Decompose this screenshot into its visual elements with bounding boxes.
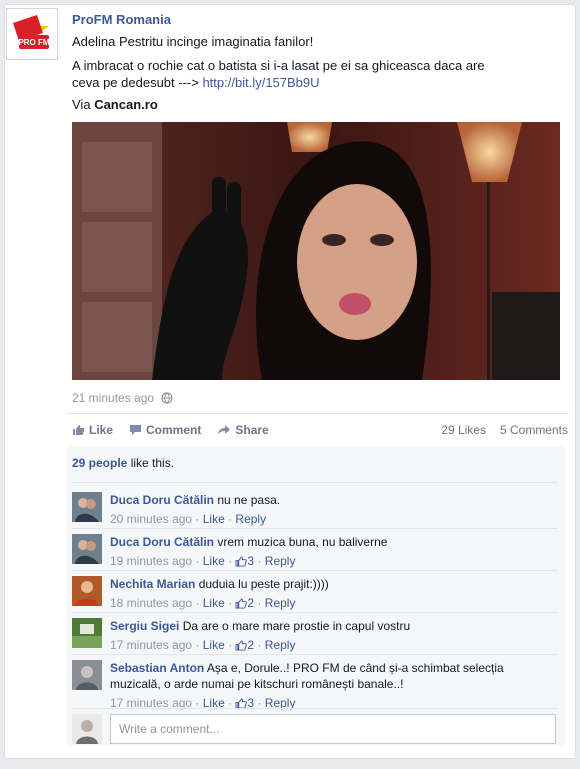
comment-likes-count: 3 [247,554,255,568]
divider [72,570,558,571]
comment-button[interactable]: Comment [129,423,201,437]
comment-time[interactable]: 20 minutes ago [110,512,192,526]
comment-author[interactable]: Duca Doru Cătălin [110,535,214,549]
page-name[interactable]: ProFM Romania [72,12,171,27]
via-source[interactable]: Cancan.ro [94,97,158,112]
globe-icon [161,392,174,407]
comment-meta: 17 minutes ago · Like · 2 · Reply [110,638,296,652]
comment-meta: 18 minutes ago · Like · 2 · Reply [110,596,296,610]
comment-author[interactable]: Nechita Marian [110,577,195,591]
divider [72,654,558,655]
likes-suffix: like this. [130,456,175,470]
comment-like-link[interactable]: Like [203,512,225,526]
comment-body: Sergiu Sigei Da are o mare mare prostie … [110,618,550,653]
comment-reply-link[interactable]: Reply [265,638,296,652]
post-counts: 29 Likes 5 Comments [441,423,568,437]
post-headline: Adelina Pestritu incinge imaginatia fani… [72,34,314,49]
comment-reply-link[interactable]: Reply [265,554,296,568]
post-actions: Like Comment Share [72,423,269,437]
thumbs-up-icon [235,556,248,567]
like-label: Like [89,423,114,437]
comment-likes-count: 2 [247,638,255,652]
comment-author[interactable]: Sebastian Anton [110,661,204,675]
comment-likes[interactable]: 3 [235,554,254,568]
likes-count[interactable]: 29 Likes [441,423,486,437]
comment-composer: Write a comment... [72,714,558,746]
thumbs-up-icon [235,598,248,609]
page-avatar[interactable]: PRO FM [6,8,58,60]
comment-time[interactable]: 18 minutes ago [110,596,192,610]
likes-summary: 29 people like this. [72,456,174,470]
comment-reply-link[interactable]: Reply [265,596,296,610]
comment-body: Nechita Marian duduia lu peste prajit:))… [110,576,550,611]
comment-time[interactable]: 17 minutes ago [110,638,192,652]
share-label: Share [235,423,269,437]
likes-people[interactable]: 29 people [72,456,127,470]
comment-input[interactable]: Write a comment... [110,714,556,744]
comment-icon [130,425,142,435]
comment-text: vrem muzica buna, nu baliverne [217,535,388,549]
comment-body: Duca Doru Cătălin vrem muzica buna, nu b… [110,534,550,569]
thumbs-up-icon [73,425,85,435]
comment-label: Comment [146,423,202,437]
comments-count[interactable]: 5 Comments [500,423,568,437]
logo-text: PRO FM [18,38,49,47]
comment-text: duduia lu peste prajit:)))) [198,577,329,591]
avatar[interactable] [72,714,102,744]
comment-body: Sebastian Anton Așa e, Dorule..! PRO FM … [110,660,550,711]
avatar[interactable] [72,660,102,690]
comment-time[interactable]: 19 minutes ago [110,554,192,568]
divider [72,612,558,613]
comment-like-link[interactable]: Like [203,638,225,652]
comment-like-link[interactable]: Like [203,554,225,568]
comment-author[interactable]: Sergiu Sigei [110,619,179,633]
comment-likes[interactable]: 2 [235,596,254,610]
avatar[interactable] [72,576,102,606]
comment-text: Da are o mare mare prostie in capul vost… [182,619,411,633]
comment-reply-link[interactable]: Reply [235,512,266,526]
share-button[interactable]: Share [217,423,269,437]
post-photo[interactable] [72,122,560,380]
avatar[interactable] [72,618,102,648]
comment-meta: 19 minutes ago · Like · 3 · Reply [110,554,296,568]
comment-like-link[interactable]: Like [203,596,225,610]
photo-image [72,122,560,380]
avatar[interactable] [72,492,102,522]
via-prefix: Via [72,97,91,112]
like-button[interactable]: Like [72,423,113,437]
divider [66,413,570,414]
divider [72,482,558,483]
post-link[interactable]: http://bit.ly/157Bb9U [202,75,319,90]
timestamp-text: 21 minutes ago [72,391,155,405]
thumbs-up-icon [235,640,248,651]
profm-logo-icon: PRO FM [7,9,57,59]
post-timestamp[interactable]: 21 minutes ago [72,391,174,407]
comment-text: nu ne pasa. [217,493,281,507]
comment-body: Duca Doru Cătălin nu ne pasa. 20 minutes… [110,492,550,527]
avatar[interactable] [72,534,102,564]
post-via: Via Cancan.ro [72,97,158,112]
comment-author[interactable]: Duca Doru Cătălin [110,493,214,507]
comment-meta: 20 minutes ago · Like · Reply [110,512,267,526]
divider [72,708,558,709]
comment-likes-count: 2 [247,596,255,610]
post-text: A imbracat o rochie cat o batista si i-a… [72,57,512,91]
comment-likes[interactable]: 2 [235,638,254,652]
divider [72,528,558,529]
share-icon [218,425,231,435]
